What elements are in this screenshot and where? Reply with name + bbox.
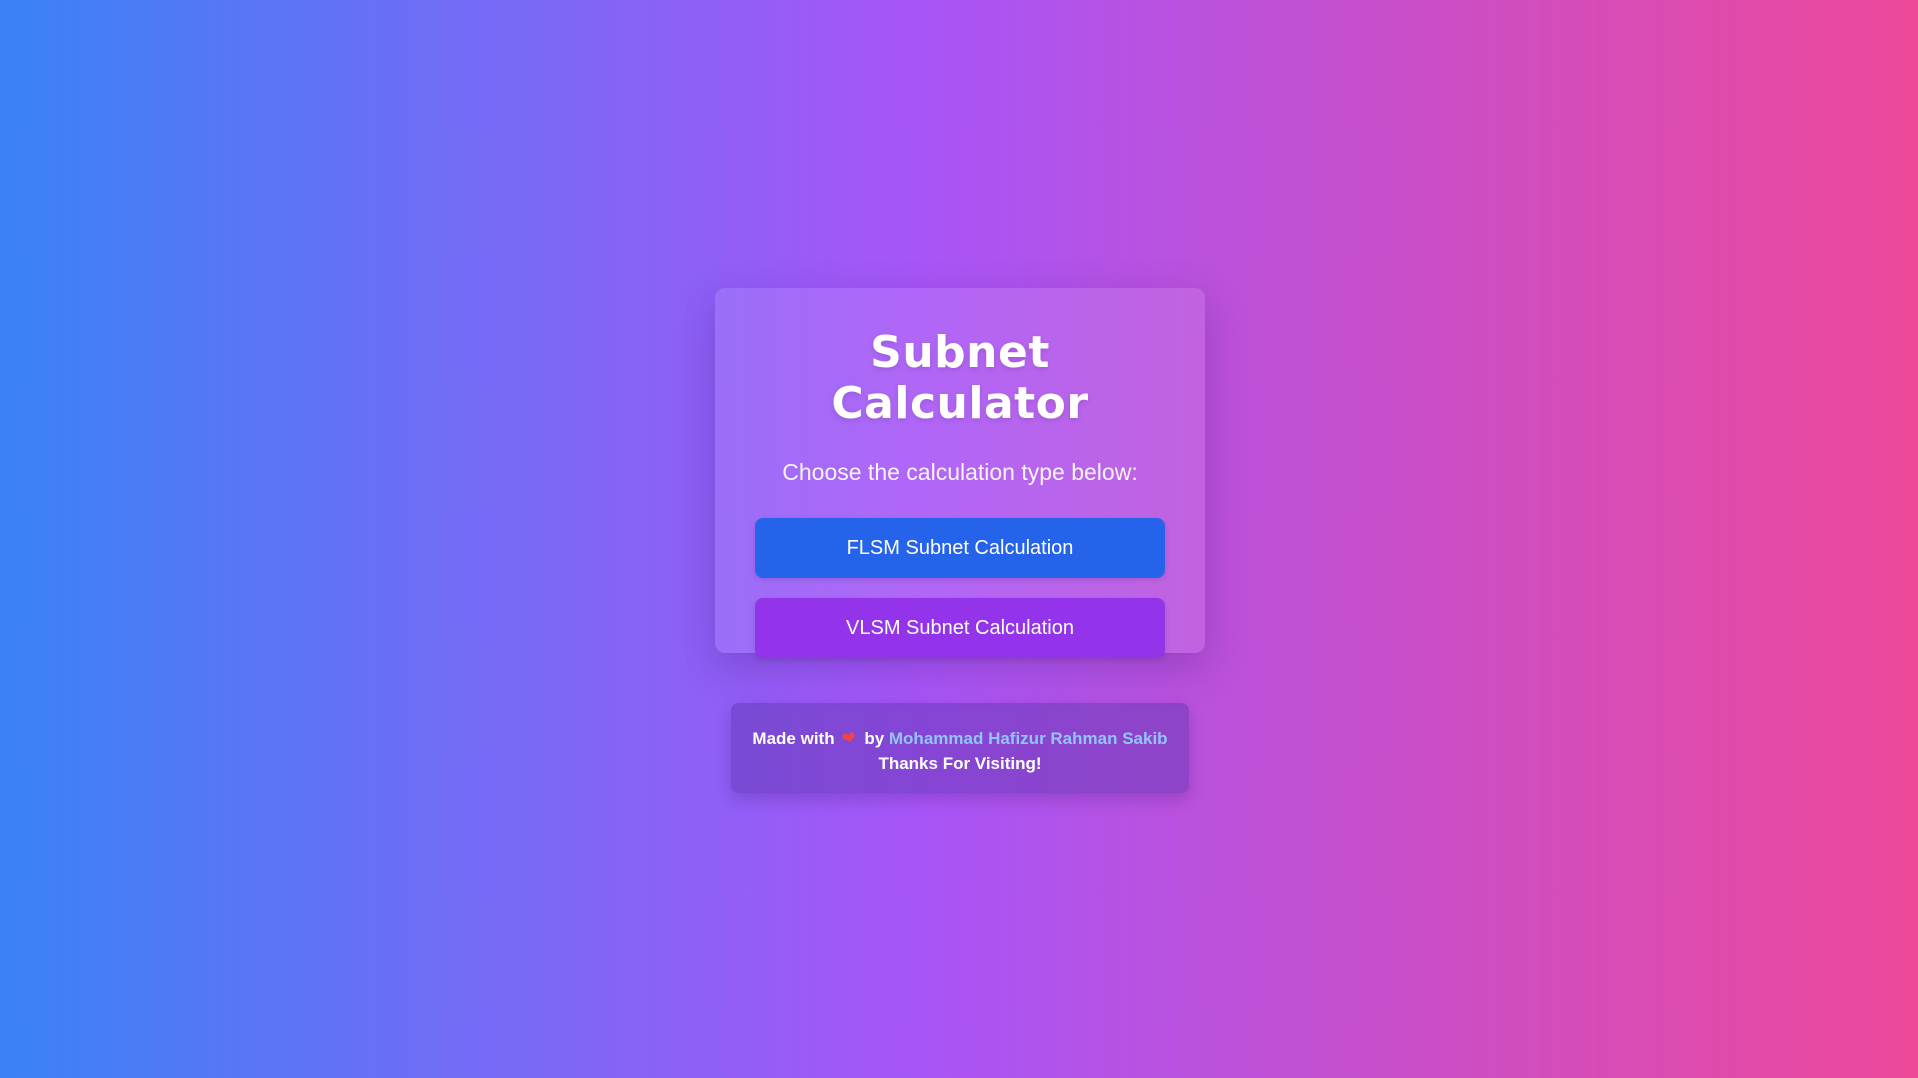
footer: Made with ❤ by Mohammad Hafizur Rahman S…: [731, 703, 1189, 793]
subtitle: Choose the calculation type below:: [782, 459, 1138, 486]
made-with-text: Made with: [752, 729, 835, 748]
footer-credit-line: Made with ❤ by Mohammad Hafizur Rahman S…: [731, 726, 1189, 751]
flsm-button[interactable]: FLSM Subnet Calculation: [755, 518, 1165, 579]
page-title: Subnet Calculator: [831, 327, 1089, 429]
heart-icon: ❤: [840, 727, 859, 750]
by-text: by: [864, 729, 885, 748]
vlsm-button[interactable]: VLSM Subnet Calculation: [755, 598, 1165, 659]
thanks-text: Thanks For Visiting!: [878, 754, 1042, 773]
author-link[interactable]: Mohammad Hafizur Rahman Sakib: [889, 729, 1168, 748]
calculator-card: Subnet Calculator Choose the calculation…: [715, 288, 1205, 659]
